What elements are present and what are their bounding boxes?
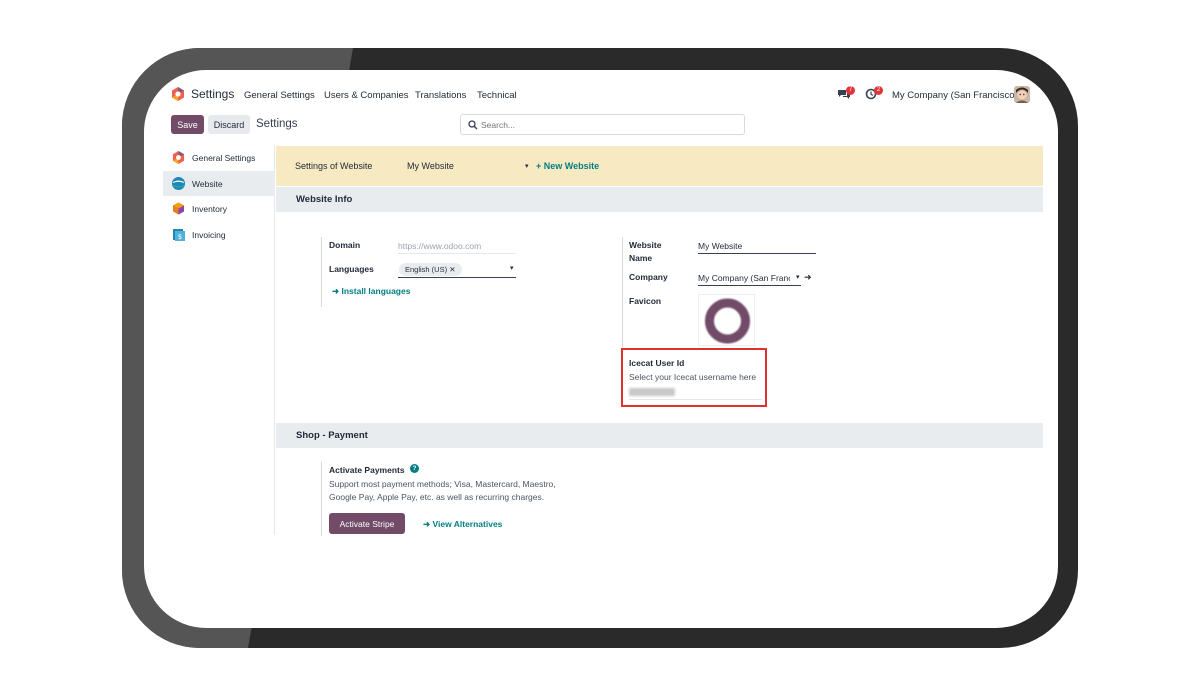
activate-stripe-button[interactable]: Activate Stripe (329, 513, 405, 534)
website-name-label-line2: Name (629, 253, 653, 263)
website-name-underline (698, 253, 816, 254)
company-input[interactable]: My Company (San Franc (698, 273, 790, 283)
chevron-down-icon[interactable]: ▾ (510, 264, 514, 272)
website-icon (172, 177, 185, 190)
chevron-down-icon[interactable]: ▾ (796, 273, 800, 281)
install-languages-link[interactable]: ➜ Install languages (332, 286, 410, 297)
sidebar-item-label: Website (192, 178, 223, 189)
language-tag-label: English (US) (405, 265, 448, 274)
arrow-right-icon[interactable]: ➜ (804, 272, 812, 283)
website-selector-label: Settings of Website (295, 161, 373, 171)
nav-technical[interactable]: Technical (477, 90, 517, 101)
odoo-logo-icon (172, 151, 185, 164)
domain-input-underline (398, 253, 516, 254)
company-switcher[interactable]: My Company (San Francisco) (892, 90, 1018, 101)
sidebar-item-label: Inventory (192, 203, 227, 214)
favicon-image[interactable] (698, 294, 755, 346)
discard-button[interactable]: Discard (208, 115, 250, 134)
domain-label: Domain (329, 240, 361, 250)
svg-text:$: $ (178, 233, 182, 241)
new-website-button[interactable]: + New Website (536, 161, 599, 171)
icecat-input-underline (629, 399, 762, 400)
activate-payments-title: Activate Payments (329, 465, 405, 475)
help-icon[interactable]: ? (410, 464, 419, 473)
odoo-logo-icon[interactable] (171, 87, 185, 101)
setting-divider (321, 462, 322, 536)
search-icon (468, 120, 478, 130)
icecat-help-text: Select your Icecat username here (629, 372, 757, 382)
odoo-app: Settings General Settings Users & Compan… (0, 0, 1200, 697)
activities-badge: 2 (874, 86, 883, 95)
app-title[interactable]: Settings (191, 87, 234, 101)
sidebar-item-invoicing[interactable]: $ Invoicing (163, 222, 275, 247)
setting-divider (622, 237, 623, 347)
icecat-user-id-label: Icecat User Id (629, 358, 685, 368)
user-avatar[interactable] (1014, 86, 1030, 103)
invoicing-icon: $ (173, 229, 185, 241)
install-languages-label: Install languages (341, 286, 411, 296)
nav-users-companies[interactable]: Users & Companies (324, 90, 408, 101)
remove-tag-icon[interactable]: ✕ (449, 265, 455, 274)
website-selector-bar: Settings of Website My Website ▾ + New W… (276, 146, 1043, 186)
company-label: Company (629, 272, 668, 282)
sidebar-item-label: General Settings (192, 152, 256, 163)
favicon-ring-icon (705, 298, 750, 344)
view-alternatives-link[interactable]: ➜ View Alternatives (423, 519, 502, 530)
breadcrumb-title: Settings (256, 118, 298, 130)
save-button[interactable]: Save (171, 115, 204, 134)
search-bar[interactable] (460, 114, 745, 135)
icecat-user-id-input[interactable] (629, 388, 675, 396)
languages-label: Languages (329, 264, 374, 274)
activate-payments-description: Support most payment methods; Visa, Mast… (329, 479, 556, 502)
section-heading-website-info: Website Info (276, 187, 1043, 212)
company-input-underline (698, 285, 801, 286)
languages-input-underline (398, 277, 516, 278)
search-input[interactable] (481, 117, 736, 132)
section-heading-shop-payment: Shop - Payment (276, 423, 1043, 448)
domain-input[interactable]: https://www.odoo.com (398, 241, 481, 251)
nav-general-settings[interactable]: General Settings (244, 90, 315, 101)
nav-translations[interactable]: Translations (415, 90, 466, 101)
sidebar-item-inventory[interactable]: Inventory (163, 196, 275, 221)
website-name-input[interactable]: My Website (698, 241, 742, 251)
website-name-label: Website (629, 240, 662, 250)
chevron-down-icon[interactable]: ▾ (525, 162, 529, 170)
sidebar-item-label: Invoicing (192, 229, 226, 240)
language-tag[interactable]: English (US) ✕ (399, 263, 462, 276)
settings-sidebar: General Settings Website Inventory $ Inv… (163, 145, 275, 535)
inventory-icon (173, 202, 184, 215)
setting-divider (321, 237, 322, 307)
messages-badge: 7 (846, 86, 855, 95)
view-alternatives-label: View Alternatives (432, 519, 503, 529)
favicon-label: Favicon (629, 296, 662, 306)
website-select[interactable]: My Website (407, 161, 454, 171)
sidebar-item-general-settings[interactable]: General Settings (163, 145, 275, 170)
sidebar-item-website[interactable]: Website (163, 171, 275, 196)
